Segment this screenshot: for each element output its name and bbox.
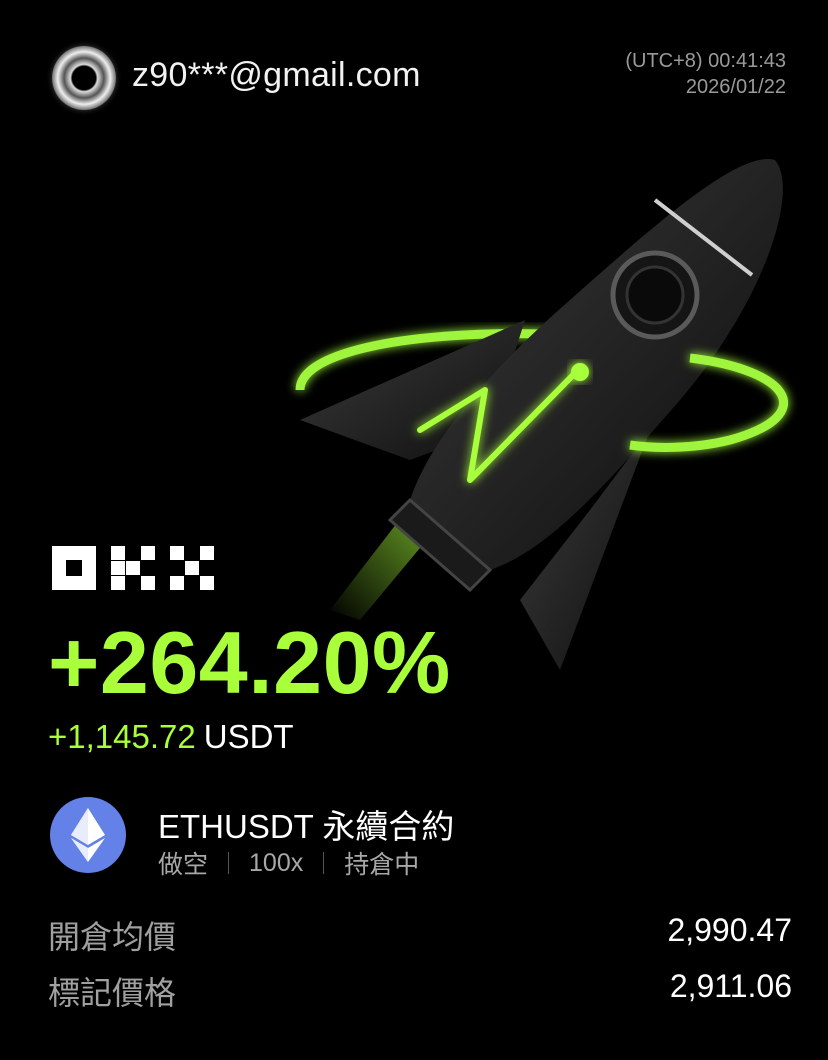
tag-divider [323,852,325,874]
pnl-row: +1,145.72 USDT [48,718,294,756]
user-email: z90***@gmail.com [132,56,421,94]
ethereum-glyph [71,808,105,862]
ethereum-icon [50,797,126,873]
tag-direction: 做空 [158,851,209,879]
pnl-unit: USDT [203,718,294,755]
okx-logo [52,546,214,590]
rocket-illustration [295,159,788,670]
tag-divider [228,852,230,874]
entry-price-value: 2,990.47 [667,912,792,948]
tag-leverage: 100x [249,848,304,877]
contract-pair: ETHUSDT 永續合約 [158,808,455,845]
avatar [52,46,116,110]
timestamp-time: (UTC+8) 00:41:43 [625,50,786,72]
timestamp-date: 2026/01/22 [685,76,786,98]
pnl-amount: +1,145.72 [48,718,196,755]
contract-tags: 做空 100x 持倉中 [158,845,419,881]
mark-price-value: 2,911.06 [669,968,792,1004]
tag-status: 持倉中 [344,851,420,879]
mark-price-label: 標記價格 [48,975,177,1011]
pnl-percent: +264.20% [48,613,451,712]
entry-price-label: 開倉均價 [48,919,177,955]
